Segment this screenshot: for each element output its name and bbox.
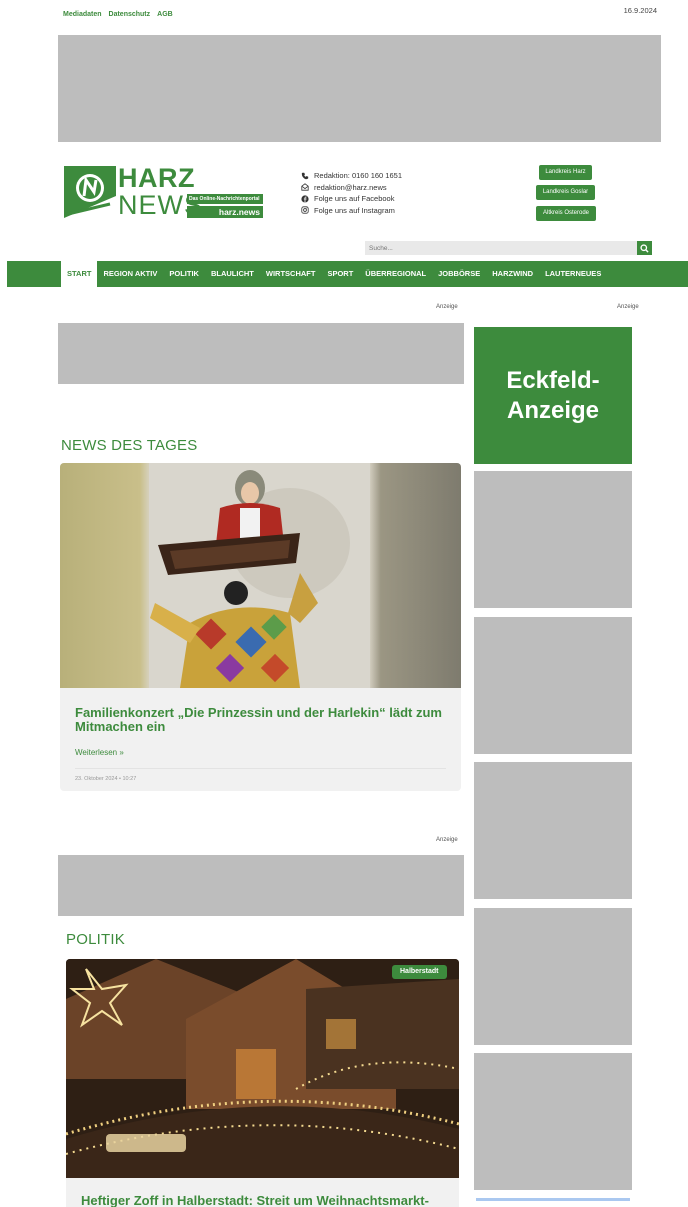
sidebar-ad-4[interactable] (474, 908, 632, 1045)
politik-card-location-badge[interactable]: Halberstadt (392, 965, 447, 979)
sidebar-ad-1[interactable] (474, 471, 632, 608)
nav-politik[interactable]: POLITIK (163, 261, 205, 287)
politik-section-title: POLITIK (66, 931, 125, 948)
nav-jobboerse[interactable]: JOBBÖRSE (432, 261, 486, 287)
logo-tagline: Das Online-Nachrichtenportal (187, 194, 263, 204)
news-card-meta: 23. Oktober 2024 • 10:27 (75, 776, 137, 782)
eckfeld-ad[interactable]: Eckfeld- Anzeige (474, 327, 632, 464)
email-icon (301, 183, 309, 191)
search-input[interactable] (365, 241, 637, 255)
sidebar-ad-2[interactable] (474, 617, 632, 754)
current-date: 16.9.2024 (623, 6, 657, 15)
instagram-icon (301, 206, 309, 214)
content-ad-1[interactable] (58, 323, 464, 384)
nav-ueberregional[interactable]: ÜBERREGIONAL (359, 261, 432, 287)
nav-wirtschaft[interactable]: WIRTSCHAFT (260, 261, 322, 287)
top-links: Mediadaten Datenschutz AGB (63, 11, 173, 18)
politik-card[interactable]: Halberstadt Heftiger Zoff in Halberstadt… (66, 959, 459, 1207)
top-banner-ad[interactable] (58, 35, 661, 142)
content-ad-2[interactable] (58, 855, 464, 916)
news-card-headline[interactable]: Familienkonzert „Die Prinzessin und der … (75, 706, 445, 734)
sidebar-ad-5[interactable] (474, 1053, 632, 1190)
contact-facebook-text: Folge uns auf Facebook (314, 194, 395, 203)
contact-info: Redaktion: 0160 160 1651 redaktion@harz.… (301, 170, 402, 216)
news-card-divider (75, 768, 446, 769)
link-datenschutz[interactable]: Datenschutz (109, 11, 151, 18)
contact-phone-text: Redaktion: 0160 160 1651 (314, 171, 402, 180)
ad-label-main: Anzeige (436, 304, 458, 310)
district-osterode-button[interactable]: Altkreis Osterode (536, 206, 596, 221)
contact-instagram[interactable]: Folge uns auf Instagram (301, 205, 402, 217)
sidebar-divider (476, 1198, 630, 1201)
news-card[interactable]: Familienkonzert „Die Prinzessin und der … (60, 463, 461, 791)
harz-news-logo-icon (64, 166, 116, 218)
facebook-icon (301, 195, 309, 203)
main-nav: START REGION AKTIV POLITIK BLAULICHT WIR… (61, 261, 607, 287)
contact-email-text: redaktion@harz.news (314, 182, 387, 192)
nav-sport[interactable]: SPORT (321, 261, 359, 287)
contact-facebook[interactable]: Folge uns auf Facebook (301, 193, 402, 205)
contact-phone[interactable]: Redaktion: 0160 160 1651 (301, 170, 402, 182)
link-agb[interactable]: AGB (157, 11, 173, 18)
logo-url: harz.news (187, 206, 263, 218)
district-goslar-button[interactable]: Landkreis Goslar (536, 185, 595, 200)
district-harz-button[interactable]: Landkreis Harz (539, 165, 592, 180)
politik-card-image[interactable] (66, 959, 459, 1178)
news-card-photo (149, 463, 370, 688)
nav-blaulicht[interactable]: BLAULICHT (205, 261, 260, 287)
link-mediadaten[interactable]: Mediadaten (63, 11, 102, 18)
logo-mark[interactable] (64, 166, 116, 218)
politik-card-photo (66, 959, 459, 1178)
nav-harzwind[interactable]: HARZWIND (486, 261, 539, 287)
contact-instagram-text: Folge uns auf Instagram (314, 205, 395, 215)
search-icon (640, 243, 649, 253)
search-button[interactable] (637, 241, 652, 255)
logo-harz-text: HARZ (118, 163, 195, 193)
nav-lauterneues[interactable]: LAUTERNEUES (539, 261, 607, 287)
sidebar-ad-3[interactable] (474, 762, 632, 899)
contact-email[interactable]: redaktion@harz.news (301, 182, 402, 194)
politik-card-headline[interactable]: Heftiger Zoff in Halberstadt: Streit um … (81, 1194, 451, 1207)
news-card-image[interactable] (60, 463, 461, 688)
phone-icon (301, 172, 309, 179)
news-card-read-more[interactable]: Weiterlesen » (75, 748, 124, 757)
ad-label-sidebar: Anzeige (617, 304, 639, 310)
ad-label-content-2: Anzeige (436, 837, 458, 843)
nav-start[interactable]: START (61, 261, 98, 287)
nav-region-aktiv[interactable]: REGION AKTIV (97, 261, 163, 287)
news-section-title: NEWS DES TAGES (61, 437, 198, 454)
eckfeld-ad-text: Eckfeld- Anzeige (506, 366, 600, 424)
